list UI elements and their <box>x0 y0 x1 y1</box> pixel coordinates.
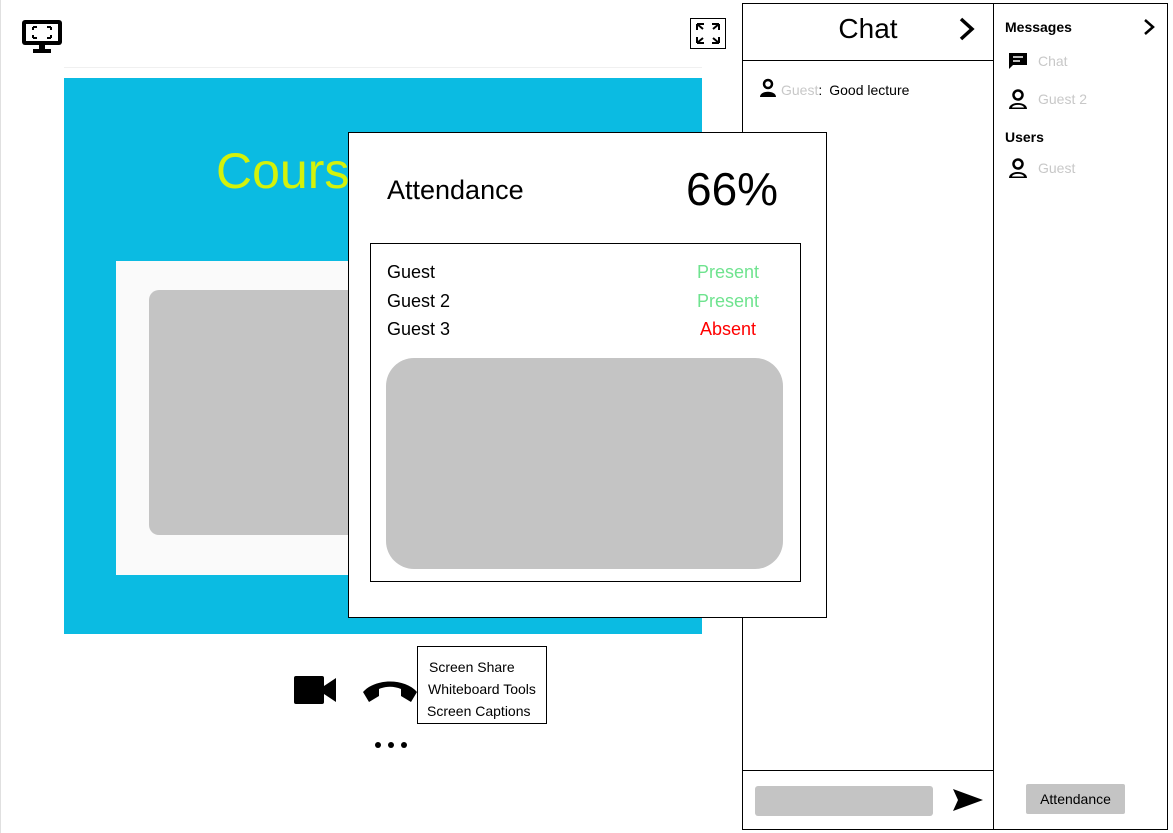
chat-input-divider <box>742 770 994 771</box>
users-heading: Users <box>1005 129 1044 145</box>
menu-item-screen-share[interactable]: Screen Share <box>418 656 546 678</box>
video-camera-icon[interactable] <box>294 674 338 711</box>
sidebar-item-label: Guest 2 <box>1038 91 1088 107</box>
sidebar-item-label: Guest <box>1038 160 1076 176</box>
user-icon <box>1004 88 1032 110</box>
chevron-right-icon[interactable] <box>1142 18 1156 41</box>
attendance-button[interactable]: Attendance <box>1026 784 1125 814</box>
chat-message-separator: : <box>818 81 823 98</box>
chat-message-text: Good lecture <box>829 81 910 98</box>
attendee-name: Guest 3 <box>387 319 451 339</box>
attendance-percent: 66% <box>686 163 779 215</box>
chat-message: Guest: Good lecture <box>759 78 909 101</box>
slide-top-divider <box>64 67 702 68</box>
left-border <box>0 0 1 833</box>
messages-heading: Messages <box>1005 19 1072 35</box>
more-options-menu: Screen Share Whiteboard Tools Screen Cap… <box>417 646 547 724</box>
sidebar-item-user-guest[interactable]: Guest <box>1004 157 1075 179</box>
attendance-status: Absent <box>699 319 757 339</box>
attendance-chart-placeholder <box>386 358 783 569</box>
end-call-icon[interactable] <box>361 676 419 711</box>
sidebar-item-guest-2[interactable]: Guest 2 <box>1004 88 1087 110</box>
menu-item-screen-captions[interactable]: Screen Captions <box>418 700 546 722</box>
user-icon <box>1004 157 1032 179</box>
attendee-name: Guest <box>387 262 436 282</box>
attendance-row: Guest 3 Absent <box>387 316 768 342</box>
menu-item-whiteboard-tools[interactable]: Whiteboard Tools <box>418 678 546 700</box>
chat-header-divider <box>742 60 994 61</box>
attendance-status: Present <box>696 291 760 311</box>
attendance-title: Attendance <box>387 175 524 205</box>
more-horizontal-icon[interactable] <box>372 738 410 757</box>
sidebar-item-chat[interactable]: Chat <box>1004 51 1068 71</box>
attendee-name: Guest 2 <box>387 291 451 311</box>
attendance-row: Guest 2 Present <box>387 288 768 314</box>
slide-title: Cours <box>216 143 350 199</box>
chevron-right-icon[interactable] <box>957 16 977 47</box>
send-icon[interactable] <box>952 788 984 817</box>
user-icon <box>759 78 777 101</box>
monitor-icon[interactable] <box>20 18 64 59</box>
attendance-status: Present <box>696 262 760 282</box>
sidebar-item-label: Chat <box>1038 53 1068 69</box>
attendance-row: Guest Present <box>387 259 768 285</box>
slide-image-placeholder <box>149 290 379 535</box>
chat-bubble-icon <box>1004 51 1032 71</box>
chat-message-author: Guest <box>781 81 819 98</box>
fullscreen-icon[interactable] <box>690 18 726 49</box>
chat-message-input[interactable] <box>755 786 933 816</box>
